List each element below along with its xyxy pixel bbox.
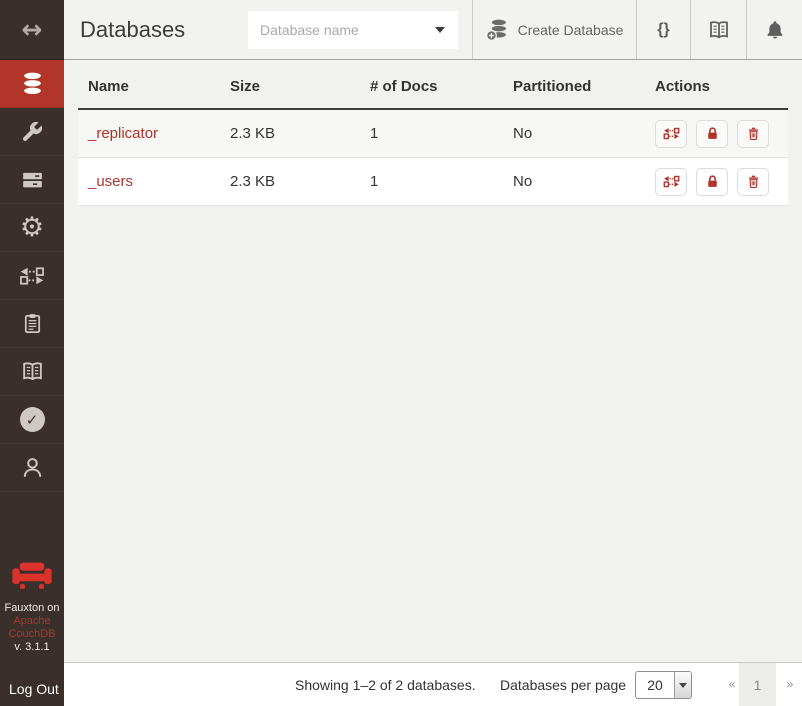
sidebar: ↔ ⚙ [0, 0, 64, 706]
documentation-button[interactable] [690, 0, 746, 59]
curly-braces-icon: {} [657, 21, 669, 39]
per-page-select[interactable]: 20 [635, 671, 692, 699]
horizontal-arrows-icon: ↔ [22, 17, 43, 42]
docs-count-cell: 1 [360, 173, 503, 190]
sidebar-item-databases[interactable] [0, 60, 64, 108]
per-page-selected-value: 20 [636, 672, 674, 698]
pagination-next-button[interactable]: » [786, 677, 794, 692]
pagination-prev-button[interactable]: « [728, 677, 736, 692]
create-database-label: Create Database [518, 22, 624, 38]
database-plus-icon [486, 18, 509, 41]
sidebar-item-configuration[interactable]: ⚙ [0, 204, 64, 252]
logout-link[interactable]: Log Out [9, 681, 59, 697]
user-icon [20, 455, 45, 480]
database-name-link[interactable]: _users [88, 173, 133, 190]
branding-fauxton-text: Fauxton on [0, 602, 64, 615]
open-book-icon [707, 18, 731, 42]
lock-icon [705, 174, 720, 189]
column-header-docs: # of Docs [360, 78, 503, 95]
table-header-row: Name Size # of Docs Partitioned Actions [78, 78, 788, 110]
page-title: Databases [80, 17, 185, 43]
wrench-icon [20, 120, 44, 144]
header-bar: Databases Create Database {} [64, 0, 802, 60]
column-header-partitioned: Partitioned [503, 78, 645, 95]
bell-icon [764, 19, 786, 41]
search-dropdown-caret-icon[interactable] [435, 27, 445, 33]
showing-count-text: Showing 1–2 of 2 databases. [295, 677, 476, 693]
replicate-database-button[interactable] [655, 120, 687, 148]
size-cell: 2.3 KB [220, 125, 360, 142]
actions-cell [645, 120, 788, 148]
sidebar-collapse-button[interactable]: ↔ [0, 0, 64, 60]
database-search-input[interactable] [248, 22, 435, 38]
create-database-button[interactable]: Create Database [472, 0, 636, 59]
database-name-link[interactable]: _replicator [88, 125, 158, 142]
sidebar-item-active-tasks[interactable] [0, 156, 64, 204]
partitioned-cell: No [503, 173, 645, 190]
check-circle-icon: ✓ [20, 407, 45, 432]
databases-table: Name Size # of Docs Partitioned Actions … [78, 78, 788, 206]
couchdb-logo-icon [0, 561, 64, 590]
trash-icon [746, 174, 761, 189]
replication-icon [663, 126, 680, 141]
select-caret-icon [674, 672, 691, 698]
column-header-size: Size [220, 78, 360, 95]
replication-icon [663, 174, 680, 189]
open-book-icon [20, 359, 45, 384]
per-page-label: Databases per page [500, 677, 626, 693]
version-text: v. 3.1.1 [0, 641, 64, 654]
table-row: _users 2.3 KB 1 No [78, 158, 788, 206]
delete-database-button[interactable] [737, 168, 769, 196]
pagination-page-1[interactable]: 1 [739, 663, 776, 706]
column-header-actions: Actions [645, 78, 788, 95]
lock-icon [705, 126, 720, 141]
actions-cell [645, 168, 788, 196]
trash-icon [746, 126, 761, 141]
sidebar-item-verify[interactable]: ✓ [0, 396, 64, 444]
sidebar-item-replication[interactable] [0, 252, 64, 300]
docs-count-cell: 1 [360, 125, 503, 142]
sidebar-item-account[interactable] [0, 444, 64, 492]
server-icon [20, 167, 45, 192]
sidebar-item-documents[interactable] [0, 300, 64, 348]
replication-icon [19, 265, 45, 287]
set-permissions-button[interactable] [696, 120, 728, 148]
sidebar-item-documentation[interactable] [0, 348, 64, 396]
sidebar-branding: Fauxton on Apache CouchDB v. 3.1.1 [0, 561, 64, 654]
set-permissions-button[interactable] [696, 168, 728, 196]
sidebar-item-setup[interactable] [0, 108, 64, 156]
apache-couchdb-link-line2[interactable]: CouchDB [0, 628, 64, 641]
database-search-box [248, 11, 458, 49]
api-json-button[interactable]: {} [636, 0, 690, 59]
apache-couchdb-link-line1[interactable]: Apache [0, 615, 64, 628]
size-cell: 2.3 KB [220, 173, 360, 190]
notifications-button[interactable] [746, 0, 802, 59]
database-icon [20, 71, 45, 96]
clipboard-icon [21, 312, 44, 335]
delete-database-button[interactable] [737, 120, 769, 148]
table-row: _replicator 2.3 KB 1 No [78, 110, 788, 158]
content-area: Name Size # of Docs Partitioned Actions … [64, 61, 802, 662]
footer-bar: Showing 1–2 of 2 databases. Databases pe… [64, 662, 802, 706]
gear-icon: ⚙ [20, 214, 44, 241]
column-header-name: Name [78, 78, 220, 95]
replicate-database-button[interactable] [655, 168, 687, 196]
partitioned-cell: No [503, 125, 645, 142]
